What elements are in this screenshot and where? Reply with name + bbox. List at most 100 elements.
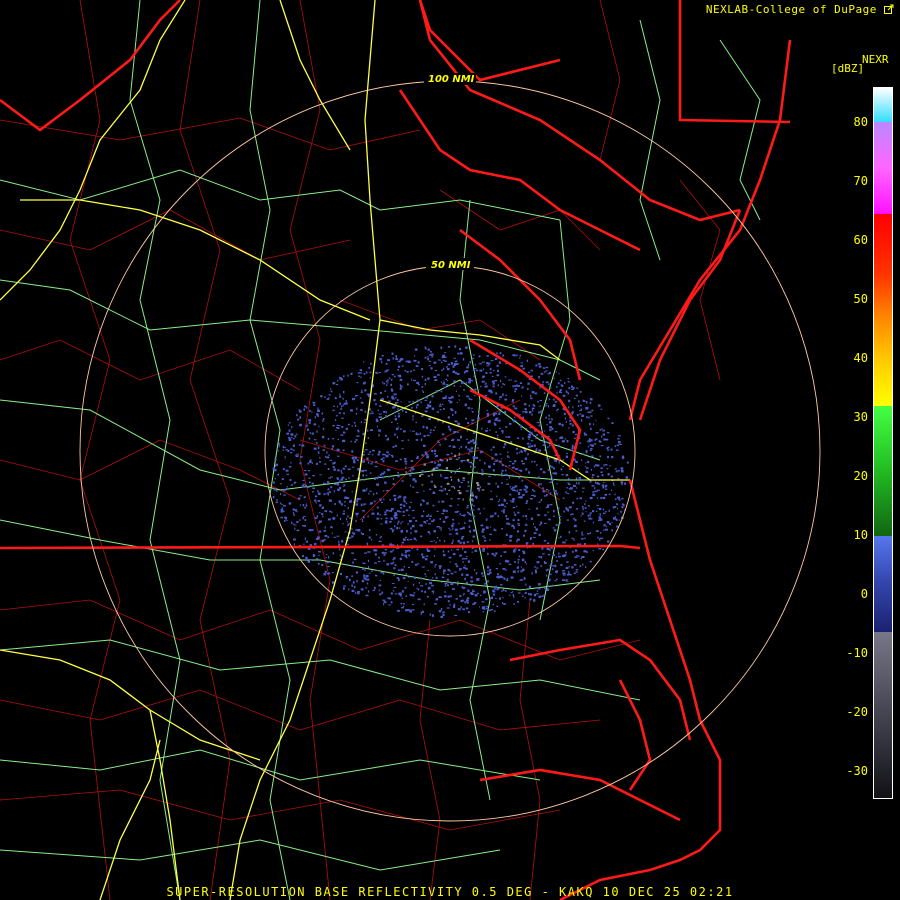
echo-pixel [378, 540, 382, 542]
echo-pixel [470, 461, 472, 464]
echo-pixel [502, 383, 504, 385]
echo-pixel [415, 439, 419, 441]
echo-pixel [501, 458, 503, 460]
echo-pixel [400, 401, 402, 403]
echo-pixel [386, 563, 390, 566]
echo-pixel [428, 364, 431, 367]
echo-pixel [479, 486, 481, 489]
echo-pixel [564, 438, 567, 440]
echo-pixel [548, 573, 552, 576]
echo-pixel [304, 537, 306, 540]
echo-pixel [552, 527, 555, 529]
echo-pixel [372, 589, 375, 591]
echo-pixel [606, 432, 610, 434]
echo-pixel [309, 432, 311, 434]
echo-pixel [405, 466, 407, 469]
echo-pixel [556, 409, 558, 412]
echo-pixel [544, 405, 548, 407]
echo-pixel [393, 393, 397, 396]
echo-pixel [589, 398, 593, 401]
echo-pixel [444, 591, 447, 593]
echo-pixel [556, 391, 558, 394]
echo-pixel [483, 590, 486, 593]
echo-pixel [494, 380, 498, 382]
echo-pixel [568, 406, 570, 409]
echo-pixel [423, 444, 426, 447]
echo-pixel [567, 381, 570, 383]
echo-pixel [481, 469, 484, 471]
echo-pixel [545, 489, 548, 491]
echo-pixel [511, 401, 514, 403]
echo-pixel [616, 444, 619, 446]
echo-pixel [341, 417, 344, 419]
echo-pixel [319, 461, 321, 463]
echo-pixel [520, 426, 522, 429]
echo-pixel [587, 446, 590, 448]
echo-pixel [352, 561, 354, 564]
echo-pixel [502, 393, 504, 395]
echo-pixel [387, 396, 389, 398]
echo-pixel [409, 474, 412, 477]
echo-pixel [273, 481, 275, 484]
echo-pixel [454, 486, 456, 489]
echo-pixel [357, 592, 360, 595]
echo-pixel [448, 570, 451, 572]
echo-pixel [529, 411, 532, 414]
echo-pixel [546, 504, 550, 506]
echo-pixel [587, 532, 590, 535]
echo-pixel [520, 428, 522, 431]
echo-pixel [487, 580, 489, 583]
echo-pixel [494, 357, 498, 360]
echo-pixel [399, 428, 402, 430]
echo-pixel [281, 507, 283, 509]
echo-pixel [563, 541, 566, 544]
echo-pixel [362, 489, 366, 492]
echo-pixel [524, 561, 527, 563]
echo-pixel [392, 446, 395, 448]
echo-pixel [536, 561, 540, 564]
echo-pixel [599, 440, 602, 443]
echo-pixel [505, 394, 508, 396]
echo-pixel [442, 382, 446, 385]
echo-pixel [411, 595, 415, 597]
echo-pixel [344, 501, 346, 503]
echo-pixel [444, 595, 447, 598]
echo-pixel [439, 405, 442, 407]
echo-pixel [272, 495, 275, 499]
echo-pixel [620, 510, 622, 513]
echo-pixel [334, 503, 336, 505]
echo-pixel [370, 362, 372, 365]
echo-pixel [621, 503, 625, 506]
echo-pixel [292, 523, 295, 525]
echo-pixel [296, 453, 299, 455]
echo-pixel [542, 553, 545, 555]
echo-pixel [516, 452, 518, 455]
echo-pixel [433, 361, 437, 364]
echo-pixel [528, 585, 532, 588]
echo-pixel [332, 445, 334, 448]
echo-pixel [517, 492, 520, 495]
echo-pixel [535, 507, 539, 510]
echo-pixel [543, 440, 545, 443]
echo-pixel [463, 371, 466, 374]
external-link-icon[interactable] [884, 4, 894, 14]
echo-pixel [433, 375, 437, 378]
echo-pixel [472, 357, 474, 359]
echo-pixel [422, 556, 425, 559]
echo-pixel [316, 515, 319, 517]
echo-pixel [438, 500, 440, 503]
echo-pixel [365, 578, 367, 581]
echo-pixel [446, 454, 450, 456]
echo-pixel [538, 376, 540, 379]
echo-pixel [547, 511, 549, 514]
echo-pixel [374, 562, 377, 564]
echo-pixel [402, 576, 406, 580]
echo-pixel [339, 395, 342, 398]
echo-pixel [520, 451, 524, 453]
echo-pixel [338, 425, 341, 427]
echo-pixel [374, 549, 378, 552]
echo-pixel [401, 448, 404, 450]
echo-pixel [583, 432, 586, 434]
echo-pixel [579, 565, 582, 568]
echo-pixel [466, 459, 470, 462]
